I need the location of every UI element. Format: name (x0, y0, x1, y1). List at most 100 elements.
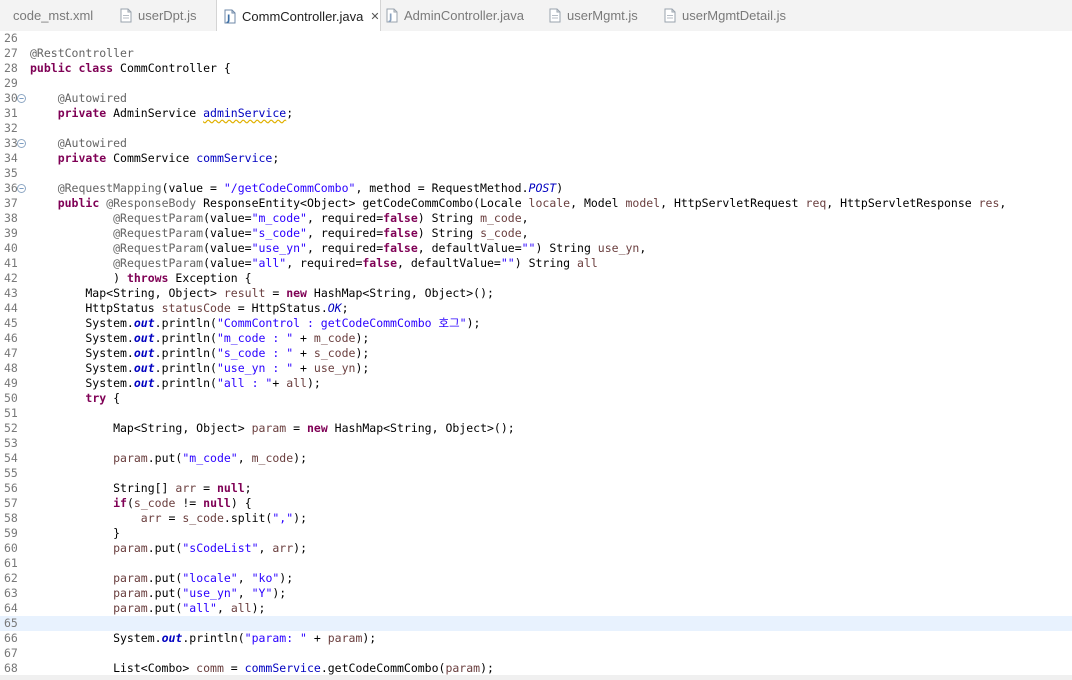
code-token: System. (30, 361, 134, 375)
code-line[interactable]: 52 Map<String, Object> param = new HashM… (0, 421, 1072, 436)
code-token: , defaultValue= (397, 256, 501, 270)
code-line[interactable]: 45 System.out.println("CommControl : get… (0, 316, 1072, 331)
code-line[interactable]: 44 HttpStatus statusCode = HttpStatus.OK… (0, 301, 1072, 316)
code-line[interactable]: 32 (0, 121, 1072, 136)
code-text: arr = s_code.split(","); (30, 511, 307, 526)
line-number: 26 (4, 31, 18, 45)
code-line[interactable]: 34 private CommService commService; (0, 151, 1072, 166)
line-number: 54 (4, 451, 18, 465)
code-line[interactable]: 29 (0, 76, 1072, 91)
code-line[interactable]: 63 param.put("use_yn", "Y"); (0, 586, 1072, 601)
code-token: .put( (147, 541, 183, 555)
code-line[interactable]: 55 (0, 466, 1072, 481)
horizontal-scrollbar[interactable] (0, 675, 1072, 680)
code-token: Map<String, Object> (30, 421, 252, 435)
code-token: .println( (154, 316, 217, 330)
tab-admin-controller-java[interactable]: J AdminController.java (385, 0, 524, 31)
code-token: "all" (182, 601, 217, 615)
code-token: false (383, 226, 418, 240)
code-line[interactable]: 28 public class CommController { (0, 61, 1072, 76)
code-line[interactable]: 49 System.out.println("all : "+ all); (0, 376, 1072, 391)
code-token: System. (30, 376, 134, 390)
code-token: out (133, 376, 155, 390)
code-line[interactable]: 51 (0, 406, 1072, 421)
code-token: AdminService (106, 106, 204, 120)
code-line[interactable]: 60 param.put("sCodeList", arr); (0, 541, 1072, 556)
line-number: 47 (4, 346, 18, 360)
close-tab-icon[interactable]: ✕ (370, 10, 379, 23)
code-token: HashMap<String, Object>(); (327, 421, 515, 435)
code-token: throws (126, 271, 169, 285)
tab-label: CommController.java (242, 8, 364, 24)
code-line[interactable]: 33− @Autowired (0, 136, 1072, 151)
tab-code-mst-xml[interactable]: code_mst.xml (0, 0, 93, 31)
code-line[interactable]: 61 (0, 556, 1072, 571)
code-line[interactable]: 27 @RestController (0, 46, 1072, 61)
code-token: ); (355, 361, 370, 375)
fold-toggle-icon[interactable]: − (17, 94, 26, 103)
code-line[interactable]: 47 System.out.println("s_code : " + s_co… (0, 346, 1072, 361)
tab-user-mgmt-js[interactable]: userMgmt.js (548, 0, 638, 31)
code-line[interactable]: 30− @Autowired (0, 91, 1072, 106)
line-number: 51 (4, 406, 18, 420)
code-token: arr (140, 511, 162, 525)
code-text: @RequestParam(value="s_code", required=f… (30, 226, 528, 241)
line-number: 56 (4, 481, 18, 495)
code-token: "" (521, 241, 536, 255)
code-line[interactable]: 57 if(s_code != null) { (0, 496, 1072, 511)
code-line[interactable]: 37 public @ResponseBody ResponseEntity<O… (0, 196, 1072, 211)
code-line[interactable]: 48 System.out.println("use_yn : " + use_… (0, 361, 1072, 376)
tab-comm-controller-java[interactable]: J CommController.java ✕ (216, 0, 381, 31)
code-line[interactable]: 35 (0, 166, 1072, 181)
fold-toggle-icon[interactable]: − (17, 184, 26, 193)
code-line[interactable]: 36− @RequestMapping(value = "/getCodeCom… (0, 181, 1072, 196)
code-token: @RequestParam (113, 241, 204, 255)
code-line[interactable]: 42 ) throws Exception { (0, 271, 1072, 286)
line-number: 46 (4, 331, 18, 345)
line-number: 58 (4, 511, 18, 525)
code-token: String[] (30, 481, 176, 495)
code-line[interactable]: 26 (0, 31, 1072, 46)
code-line[interactable]: 53 (0, 436, 1072, 451)
code-text: System.out.println("s_code : " + s_code)… (30, 346, 369, 361)
code-text: @Autowired (30, 91, 127, 106)
code-line[interactable]: 31 private AdminService adminService; (0, 106, 1072, 121)
code-token: ); (306, 376, 321, 390)
code-token: , (999, 196, 1007, 210)
code-line[interactable]: 54 param.put("m_code", m_code); (0, 451, 1072, 466)
code-token: ) (30, 271, 127, 285)
code-line[interactable]: 40 @RequestParam(value="use_yn", require… (0, 241, 1072, 256)
code-line[interactable]: 43 Map<String, Object> result = new Hash… (0, 286, 1072, 301)
code-line[interactable]: 56 String[] arr = null; (0, 481, 1072, 496)
code-line[interactable]: 59 } (0, 526, 1072, 541)
code-line[interactable]: 65 (0, 616, 1072, 631)
code-line[interactable]: 68 List<Combo> comm = commService.getCod… (0, 661, 1072, 676)
code-line[interactable]: 58 arr = s_code.split(","); (0, 511, 1072, 526)
code-token: .println( (182, 631, 245, 645)
code-token: + (293, 346, 314, 360)
code-token: ; (341, 301, 349, 315)
code-line[interactable]: 64 param.put("all", all); (0, 601, 1072, 616)
code-line[interactable]: 66 System.out.println("param: " + param)… (0, 631, 1072, 646)
tab-user-dpt-js[interactable]: userDpt.js (119, 0, 197, 31)
code-token: ResponseEntity<Object> getCodeCommCombo(… (196, 196, 529, 210)
code-editor[interactable]: 26 27 @RestController 28 public class CommCo… (0, 31, 1072, 680)
code-line[interactable]: 41 @RequestParam(value="all", required=f… (0, 256, 1072, 271)
tab-user-mgmt-detail-js[interactable]: userMgmtDetail.js (663, 0, 786, 31)
code-line[interactable]: 50 try { (0, 391, 1072, 406)
js-file-icon (664, 8, 676, 23)
code-line[interactable]: 67 (0, 646, 1072, 661)
code-line[interactable]: 39 @RequestParam(value="s_code", require… (0, 226, 1072, 241)
code-text: @Autowired (30, 136, 127, 151)
code-token: "all" (251, 256, 287, 270)
code-line[interactable]: 62 param.put("locale", "ko"); (0, 571, 1072, 586)
code-line[interactable]: 46 System.out.println("m_code : " + m_co… (0, 331, 1072, 346)
line-number: 43 (4, 286, 18, 300)
code-token: new (286, 286, 307, 300)
fold-toggle-icon[interactable]: − (17, 139, 26, 148)
code-text: @RequestParam(value="m_code", required=f… (30, 211, 528, 226)
code-line[interactable]: 38 @RequestParam(value="m_code", require… (0, 211, 1072, 226)
